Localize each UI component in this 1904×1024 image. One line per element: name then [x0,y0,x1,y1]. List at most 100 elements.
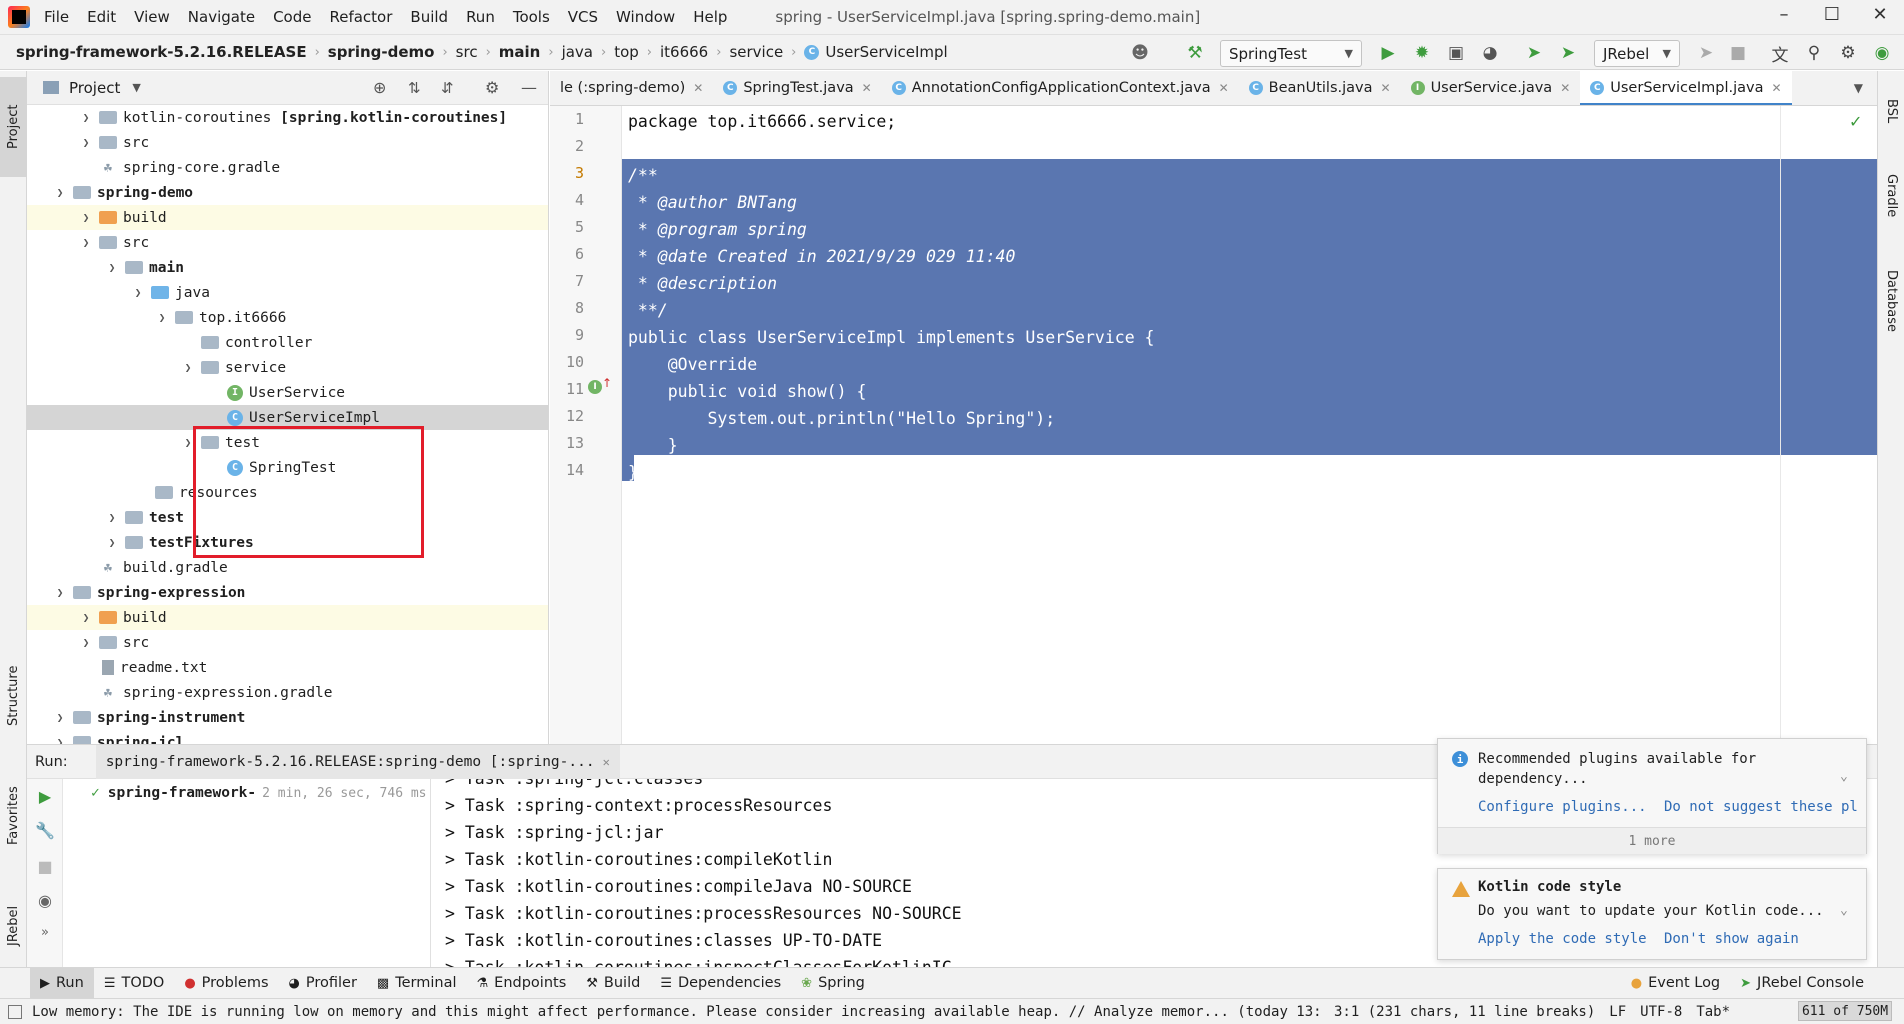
memory-indicator[interactable]: 611 of 750M [1798,1001,1892,1021]
chevron-right-icon[interactable]: ❯ [79,211,93,224]
search-icon[interactable]: ⚲ [1802,41,1826,65]
tool-tab-run[interactable]: ▶ Run [30,967,94,999]
editor-tab[interactable]: C AnnotationConfigApplicationContext.java… [882,71,1239,105]
chevron-down-icon[interactable]: ❯ [79,236,93,249]
user-icon[interactable]: ☻ [1128,41,1152,65]
stop-icon[interactable]: ■ [33,857,57,881]
chevron-down-icon[interactable]: ❯ [181,436,195,449]
close-icon[interactable]: ✕ [1860,4,1900,30]
menu-view[interactable]: View [134,8,170,26]
chevron-right-icon[interactable]: ❯ [105,536,119,549]
tree-item[interactable]: resources [27,480,548,505]
tool-tab-terminal[interactable]: ▩ Terminal [367,968,467,999]
chevron-right-icon[interactable]: ❯ [79,136,93,149]
close-icon[interactable]: ✕ [603,755,610,769]
plugin-icon[interactable]: ◉ [1870,41,1894,65]
tree-item[interactable]: ❯ build [27,605,548,630]
tree-item[interactable]: C SpringTest [27,455,548,480]
close-icon[interactable]: ✕ [1219,81,1229,95]
dont-show-again-link[interactable]: Don't show again [1664,931,1799,947]
line-separator[interactable]: LF [1609,1004,1626,1020]
chevron-right-icon[interactable]: ❯ [53,711,67,724]
tree-item[interactable]: controller [27,330,548,355]
menu-window[interactable]: Window [616,8,675,26]
tool-tab-bsl[interactable]: BSL [1878,81,1904,141]
tree-item[interactable]: ❯ kotlin-coroutines [spring.kotlin-corou… [27,105,548,130]
tool-tab-database[interactable]: Database [1878,246,1904,356]
chevron-right-icon[interactable]: ❯ [53,736,67,744]
tree-item[interactable]: ❯ spring-expression [27,580,548,605]
translate-icon[interactable]: 文 [1768,41,1792,66]
menu-code[interactable]: Code [273,8,311,26]
breadcrumb-item[interactable]: main [499,43,541,61]
chevron-right-icon[interactable]: ❯ [79,636,93,649]
chevron-down-icon[interactable]: ❯ [181,361,195,374]
tree-item[interactable]: ❯ src [27,630,548,655]
tool-tab-gradle[interactable]: Gradle [1878,151,1904,241]
menu-navigate[interactable]: Navigate [188,8,255,26]
tool-tab-event-log[interactable]: ● Event Log [1621,968,1730,999]
close-icon[interactable]: ✕ [1381,81,1391,95]
profile-icon[interactable]: ◕ [1478,41,1502,65]
do-not-suggest-link[interactable]: Do not suggest these pl [1664,799,1858,815]
menu-build[interactable]: Build [410,8,448,26]
expand-all-icon[interactable]: ⇅ [408,79,421,97]
tree-item[interactable]: ❯ test [27,505,548,530]
panel-toggle-icon[interactable] [8,1004,22,1019]
rerun-icon[interactable]: ▶ [33,787,57,811]
console-output[interactable]: > Task :spring-jcl:classes > Task :sprin… [431,779,1471,968]
tree-item[interactable]: C UserServiceImpl [27,405,548,430]
eye-icon[interactable]: ◉ [33,891,57,915]
chevron-down-icon[interactable]: ❯ [131,286,145,299]
tree-item[interactable]: ❯ spring-demo [27,180,548,205]
tool-tab-spring[interactable]: ❀ Spring [791,968,875,999]
chevron-right-icon[interactable]: ❯ [79,111,93,124]
configure-plugins-link[interactable]: Configure plugins... [1478,799,1647,815]
chevron-down-icon[interactable]: ❯ [155,311,169,324]
jrebel-run-icon[interactable]: ➤ [1522,41,1546,65]
menu-file[interactable]: File [44,8,69,26]
chevron-down-icon[interactable]: ❯ [53,586,67,599]
tree-item[interactable]: ☘ spring-core.gradle [27,155,548,180]
tree-item[interactable]: ☘ build.gradle [27,555,548,580]
tool-tab-jrebel[interactable]: JRebel [0,881,27,971]
chevron-down-icon[interactable]: ▼ [132,81,140,94]
indent-setting[interactable]: Tab* [1696,1004,1730,1020]
tool-tab-problems[interactable]: ● Problems [174,968,278,999]
run-tree-item[interactable]: ✓ spring-framework- 2 min, 26 sec, 746 m… [91,785,427,801]
breadcrumb-item[interactable]: java [562,43,593,61]
coverage-icon[interactable]: ▣ [1444,41,1468,65]
locate-icon[interactable]: ⊕ [373,78,386,97]
more-icon[interactable]: » [33,925,57,949]
tool-tab-todo[interactable]: ☰ TODO [94,968,175,999]
menu-edit[interactable]: Edit [87,8,116,26]
apply-code-style-link[interactable]: Apply the code style [1478,931,1647,947]
inspection-ok-icon[interactable]: ✓ [1849,112,1862,131]
file-encoding[interactable]: UTF-8 [1640,1004,1682,1020]
stop-icon[interactable]: ■ [1726,41,1750,65]
editor-tab[interactable]: le (:spring-demo) ✕ [550,71,713,105]
menu-tools[interactable]: Tools [513,8,550,26]
wrench-icon[interactable]: 🔧 [33,821,57,845]
tree-item[interactable]: ❯ java [27,280,548,305]
editor-tab[interactable]: C BeanUtils.java ✕ [1239,71,1401,105]
menu-vcs[interactable]: VCS [568,8,598,26]
tree-item[interactable]: ❯ build [27,205,548,230]
jrebel-debug-icon[interactable]: ➤ [1556,41,1580,65]
more-notifications[interactable]: 1 more [1438,827,1866,854]
run-config-select[interactable]: SpringTest ▼ [1220,40,1362,67]
close-icon[interactable]: ✕ [862,81,872,95]
breadcrumb-item[interactable]: service [729,43,783,61]
tool-tab-favorites[interactable]: Favorites [0,761,27,871]
breadcrumb-item[interactable]: UserServiceImpl [825,43,947,61]
chevron-down-icon[interactable]: ▼ [1854,81,1863,95]
status-message[interactable]: Low memory: The IDE is running low on me… [32,1004,1322,1020]
breadcrumb-item[interactable]: top [614,43,639,61]
tree-item[interactable]: ❯ src [27,230,548,255]
tree-item[interactable]: ❯ top.it6666 [27,305,548,330]
menu-help[interactable]: Help [693,8,727,26]
debug-icon[interactable]: ✹ [1410,41,1434,65]
run-config-tab[interactable]: spring-framework-5.2.16.RELEASE:spring-d… [95,744,620,779]
tree-item[interactable]: ❯ test [27,430,548,455]
menu-run[interactable]: Run [466,8,495,26]
